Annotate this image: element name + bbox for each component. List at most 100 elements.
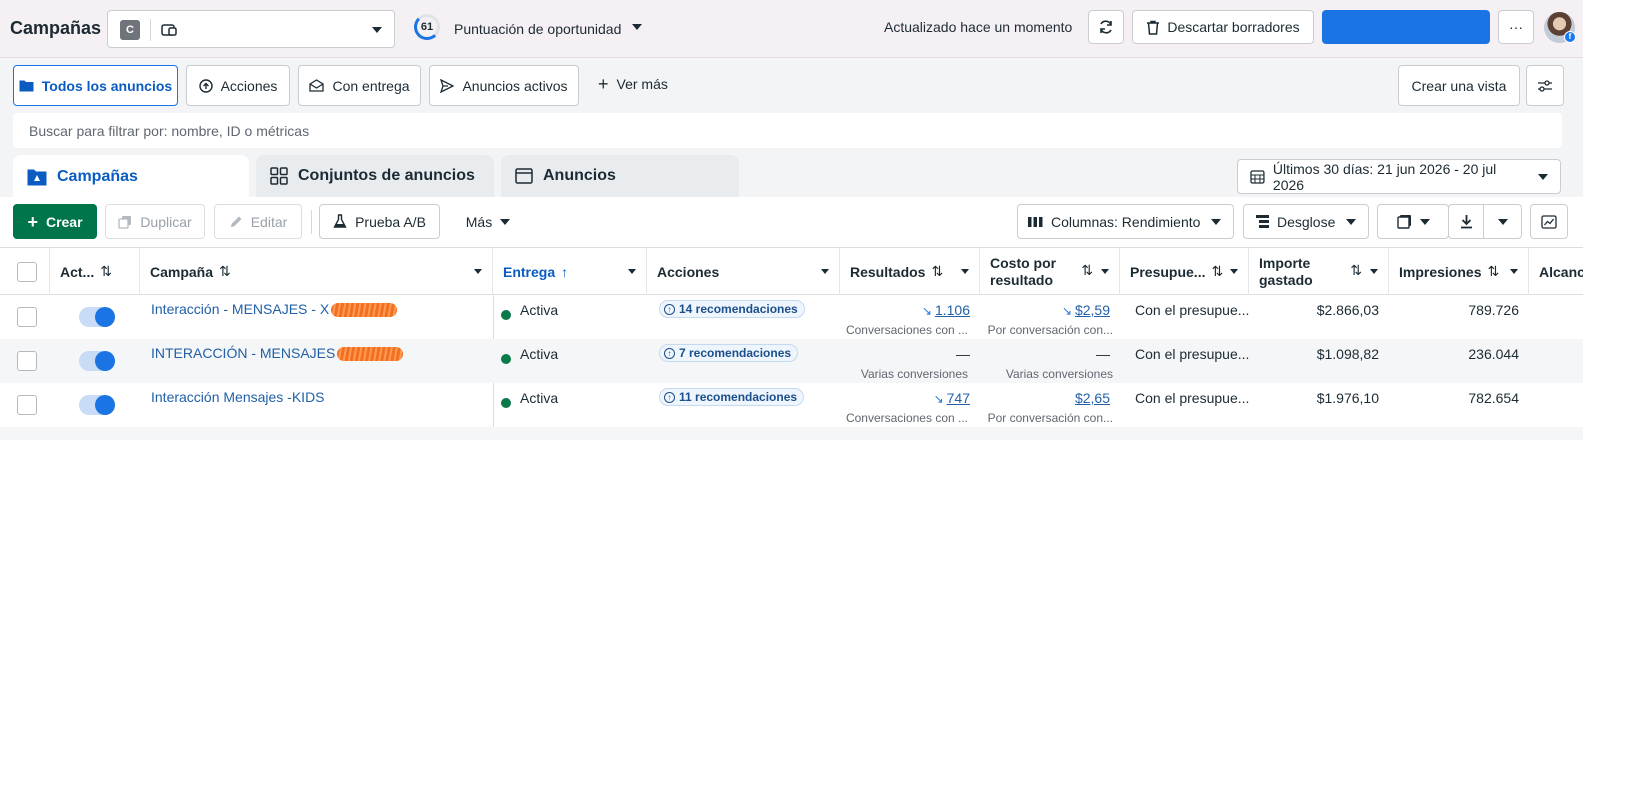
chevron-down-icon <box>1497 218 1508 225</box>
tab-campaigns[interactable]: Campañas <box>13 155 249 199</box>
col-campaign[interactable]: Campaña ⇅ <box>140 248 493 295</box>
tab-ad-sets-label: Conjuntos de anuncios <box>298 167 475 184</box>
more-menu-button[interactable]: Más <box>452 204 524 239</box>
filter-with-delivery[interactable]: Con entrega <box>298 65 421 106</box>
delivery-status: Activa <box>520 302 559 318</box>
ad-account-icon <box>161 24 177 36</box>
date-range-picker[interactable]: Últimos 30 días: 21 jun 2026 - 20 jul 20… <box>1237 159 1561 194</box>
export-button[interactable] <box>1448 204 1484 239</box>
table-row[interactable] <box>0 427 1583 440</box>
cost-value[interactable]: ↘ $2,59 <box>1062 302 1110 318</box>
cost-value[interactable]: $2,65 <box>1075 390 1110 406</box>
row-checkbox[interactable] <box>17 395 37 415</box>
filter-actions[interactable]: Acciones <box>186 65 290 106</box>
more-label: Más <box>465 213 493 230</box>
columns-selector[interactable]: Columnas: Rendimiento <box>1017 204 1234 239</box>
ads-manager: Campañas C 61 Puntuación de oportunidad … <box>0 0 1583 440</box>
refresh-button[interactable] <box>1088 10 1124 44</box>
tab-ad-sets[interactable]: Conjuntos de anuncios <box>256 155 494 197</box>
recommendations-label: 11 recomendaciones <box>679 390 798 404</box>
select-all-checkbox[interactable] <box>17 261 37 282</box>
tab-ads[interactable]: Anuncios <box>501 155 739 197</box>
breakdown-selector[interactable]: Desglose <box>1243 204 1369 239</box>
row-checkbox[interactable] <box>17 351 37 371</box>
view-charts-button[interactable] <box>1530 204 1568 239</box>
reports-icon <box>1396 215 1411 229</box>
recommendations-badge[interactable]: ↑ 11 recomendaciones <box>659 388 805 406</box>
chevron-down-icon[interactable] <box>628 269 636 274</box>
col-results[interactable]: Resultados ⇅ <box>840 248 980 295</box>
col-impressions[interactable]: Impresiones ⇅ <box>1389 248 1529 295</box>
filter-settings-button[interactable] <box>1526 65 1564 106</box>
see-more-label: Ver más <box>616 76 668 92</box>
cost-sub: Varias conversiones <box>1005 367 1113 381</box>
divider <box>311 210 312 234</box>
row-checkbox[interactable] <box>17 307 37 327</box>
chevron-down-icon <box>1346 218 1356 225</box>
table-header: Act... ⇅ Campaña ⇅ Entrega ↑ Acciones Re… <box>0 248 1583 295</box>
col-cost-line1: Costo por <box>990 254 1057 271</box>
select-all-cell <box>0 248 50 295</box>
chevron-down-icon[interactable] <box>474 269 482 274</box>
more-options-button[interactable]: ··· <box>1498 10 1534 44</box>
updated-status: Actualizado hace un momento <box>884 19 1073 35</box>
table-row[interactable]: INTERACCIÓN - MENSAJES Activa ↑ 7 recome… <box>0 339 1583 383</box>
col-amount-spent[interactable]: Importe gastado ⇅ <box>1249 248 1389 295</box>
chevron-down-icon[interactable] <box>821 269 829 274</box>
impressions-value: 782.654 <box>1468 390 1519 406</box>
col-cost-per-result[interactable]: Costo por resultado ⇅ <box>980 248 1120 295</box>
export-options-button[interactable] <box>1483 204 1522 239</box>
campaign-name-link[interactable]: Interacción Mensajes -KIDS <box>151 389 325 405</box>
cost-sub: Por conversación con... <box>987 323 1113 337</box>
discard-drafts-button[interactable]: Descartar borradores <box>1132 10 1314 44</box>
opportunity-score-label[interactable]: Puntuación de oportunidad <box>454 21 621 37</box>
table-row[interactable]: Interacción Mensajes -KIDS Activa ↑ 11 r… <box>0 383 1583 427</box>
campaign-name-link[interactable]: INTERACCIÓN - MENSAJES <box>151 345 404 362</box>
chevron-down-icon[interactable] <box>1230 269 1238 274</box>
active-status-dot <box>501 398 511 408</box>
col-reach[interactable]: Alcance <box>1529 248 1583 295</box>
results-value[interactable]: ↘ 747 <box>934 390 970 406</box>
ab-test-button[interactable]: Prueba A/B <box>319 204 440 239</box>
chevron-down-icon[interactable] <box>1370 269 1378 274</box>
publish-button[interactable] <box>1322 10 1490 44</box>
campaign-name-link[interactable]: Interacción - MENSAJES - X <box>151 301 398 318</box>
filter-active-ads[interactable]: Anuncios activos <box>429 65 579 106</box>
duplicate-button[interactable]: Duplicar <box>105 204 205 239</box>
table-row[interactable]: Interacción - MENSAJES - X Activa ↑ 14 r… <box>0 295 1583 339</box>
chevron-down-icon[interactable] <box>961 269 969 274</box>
account-selector[interactable]: C <box>107 10 395 48</box>
cost-value: — <box>1096 346 1110 362</box>
col-impressions-label: Impresiones <box>1399 263 1482 280</box>
campaign-toggle[interactable] <box>79 395 115 415</box>
folder-icon <box>19 80 34 92</box>
recommendations-label: 7 recomendaciones <box>679 346 792 360</box>
chevron-down-icon <box>1419 218 1430 225</box>
filter-all-ads[interactable]: Todos los anuncios <box>13 65 178 106</box>
chevron-down-icon[interactable] <box>1101 269 1109 274</box>
campaign-toggle[interactable] <box>79 351 115 371</box>
col-budget[interactable]: Presupue... ⇅ <box>1120 248 1249 295</box>
create-view-button[interactable]: Crear una vista <box>1398 65 1520 106</box>
col-spent-label: Importe gastado <box>1259 255 1313 289</box>
col-active[interactable]: Act... ⇅ <box>50 248 140 295</box>
campaign-toggle[interactable] <box>79 307 115 327</box>
breakdown-icon <box>1256 215 1269 228</box>
col-actions[interactable]: Acciones <box>647 248 840 295</box>
chevron-down-icon[interactable] <box>632 24 642 30</box>
results-value[interactable]: ↘ 1.106 <box>922 302 970 318</box>
reports-button[interactable] <box>1377 204 1449 239</box>
trash-icon <box>1147 20 1160 35</box>
see-more-filters[interactable]: + Ver más <box>598 75 668 93</box>
recommendations-badge[interactable]: ↑ 14 recomendaciones <box>659 300 805 318</box>
search-input[interactable] <box>13 113 1562 148</box>
col-delivery[interactable]: Entrega ↑ <box>493 248 647 295</box>
create-button[interactable]: + Crear <box>13 204 97 239</box>
ad-window-icon <box>515 168 533 184</box>
recommendations-badge[interactable]: ↑ 7 recomendaciones <box>659 344 799 362</box>
columns-icon <box>1028 216 1043 227</box>
chevron-down-icon[interactable] <box>1510 269 1518 274</box>
columns-label: Columnas: Rendimiento <box>1051 213 1201 230</box>
col-spent-line1: Importe <box>1259 254 1311 271</box>
edit-button[interactable]: Editar <box>214 204 302 239</box>
